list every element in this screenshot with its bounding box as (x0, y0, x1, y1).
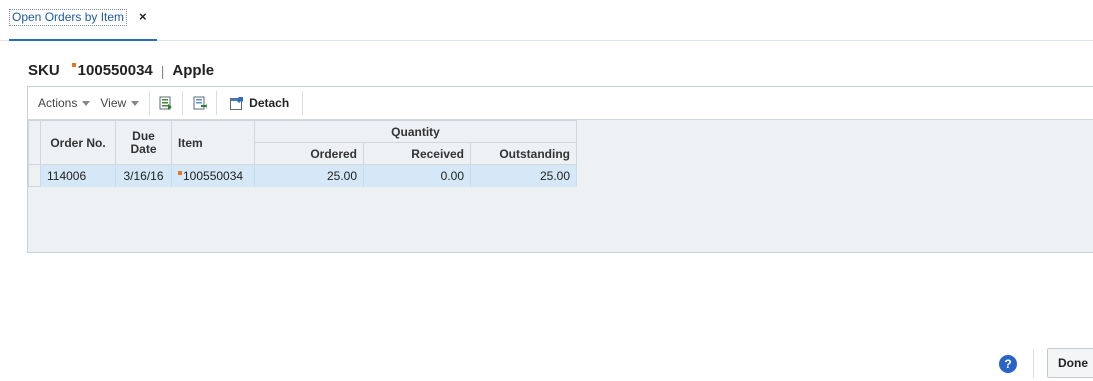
item-description: Apple (172, 62, 215, 79)
tab-open-orders-by-item[interactable]: Open Orders by Item × (9, 9, 157, 41)
required-indicator-icon (71, 62, 76, 67)
cell-item-value: 100550034 (183, 168, 244, 183)
column-header-item[interactable]: Item (171, 120, 255, 165)
actions-menu[interactable]: Actions (38, 96, 91, 110)
cell-ordered: 25.00 (254, 164, 364, 187)
help-icon[interactable]: ? (999, 355, 1017, 373)
tab-label[interactable]: Open Orders by Item (9, 9, 128, 26)
cell-received: 0.00 (363, 164, 471, 187)
export-csv-icon[interactable] (193, 96, 208, 110)
toolbar-divider (216, 91, 218, 115)
close-icon[interactable]: × (139, 9, 147, 24)
column-header-received[interactable]: Received (363, 142, 471, 165)
view-menu[interactable]: View (100, 96, 140, 110)
chevron-down-icon (82, 100, 91, 106)
cell-outstanding: 25.00 (470, 164, 577, 187)
footer-divider (1033, 350, 1034, 378)
cell-due-date: 3/16/16 (115, 164, 172, 187)
detach-label: Detach (249, 96, 290, 110)
sku-value: 100550034 (77, 62, 153, 79)
open-orders-panel: Actions View Detach Order No. Due Date I… (27, 86, 1093, 253)
table-row[interactable]: 114006 3/16/16 100550034 25.00 0.00 25.0… (28, 164, 577, 187)
actions-menu-label: Actions (38, 96, 78, 110)
column-header-due-date[interactable]: Due Date (115, 120, 172, 165)
cell-item: 100550034 (171, 164, 255, 187)
table-toolbar: Actions View Detach (28, 87, 1093, 120)
toolbar-divider (182, 91, 184, 115)
column-group-quantity: Quantity (254, 120, 577, 143)
page-title: SKU 100550034 | Apple (28, 62, 214, 79)
done-button[interactable]: Done (1047, 348, 1093, 378)
export-excel-icon[interactable] (159, 96, 173, 110)
required-indicator-icon (178, 170, 182, 175)
detach-icon (230, 96, 244, 110)
tab-bar: Open Orders by Item × (0, 0, 1093, 41)
cell-order-no: 114006 (40, 164, 116, 187)
view-menu-label: View (100, 96, 127, 110)
sku-label: SKU (28, 62, 60, 79)
column-header-ordered[interactable]: Ordered (254, 142, 364, 165)
row-header-column (28, 120, 41, 165)
chevron-down-icon (131, 100, 140, 106)
detach-button[interactable]: Detach (230, 96, 289, 110)
column-header-order-no[interactable]: Order No. (40, 120, 116, 165)
open-orders-table: Order No. Due Date Item Quantity Ordered… (28, 120, 577, 187)
column-header-outstanding[interactable]: Outstanding (470, 142, 577, 165)
row-selector[interactable] (28, 164, 41, 187)
toolbar-divider (149, 91, 151, 115)
toolbar-divider (302, 91, 304, 115)
title-separator: | (160, 62, 165, 79)
